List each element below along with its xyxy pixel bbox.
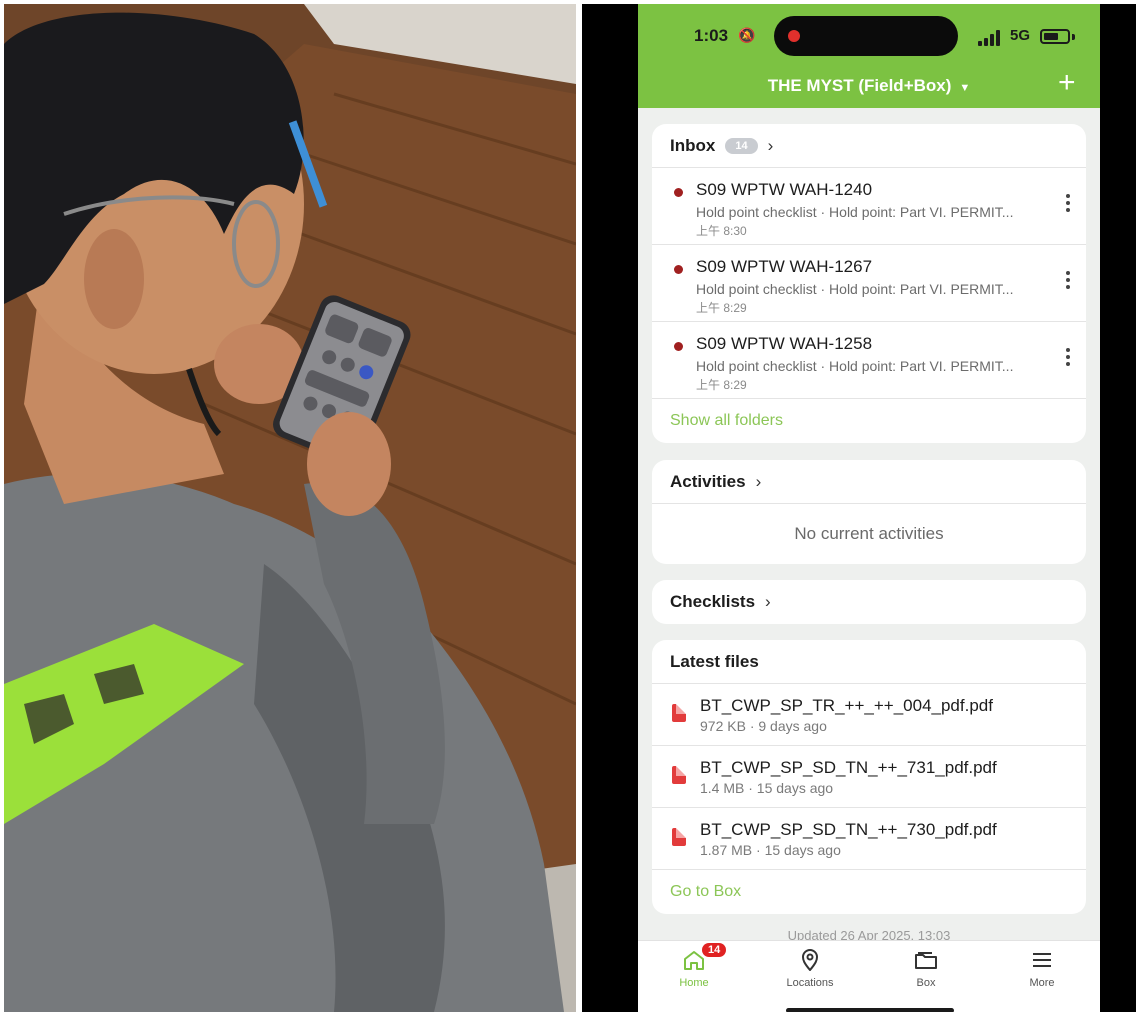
app-header: 1:03 🔕 5G THE MYST (Field+Box) ▼ + bbox=[638, 4, 1100, 108]
project-selector[interactable]: THE MYST (Field+Box) ▼ bbox=[638, 76, 1100, 96]
inbox-item-time: 上午 8:29 bbox=[696, 378, 747, 392]
chevron-right-icon: › bbox=[767, 135, 774, 155]
file-meta: 1.4 MB · 15 days ago bbox=[700, 780, 834, 796]
activities-title: Activities bbox=[670, 471, 746, 491]
bottom-tab-bar: 14 Home Locations Box More bbox=[638, 940, 1100, 1012]
unread-dot-icon bbox=[674, 342, 683, 351]
phone-screenshot: 1:03 🔕 5G THE MYST (Field+Box) ▼ + Inbox bbox=[582, 4, 1136, 1012]
inbox-item-subtitle: Hold point checklist · Hold point: Part … bbox=[696, 204, 1014, 220]
inbox-item-title: S09 WPTW WAH-1258 bbox=[696, 334, 873, 353]
unread-dot-icon bbox=[674, 188, 683, 197]
home-indicator bbox=[786, 1008, 954, 1012]
tab-box-label: Box bbox=[916, 977, 936, 989]
inbox-count-badge: 14 bbox=[725, 137, 758, 154]
recording-indicator-icon bbox=[788, 30, 800, 42]
inbox-item-title: S09 WPTW WAH-1267 bbox=[696, 257, 873, 276]
file-name: BT_CWP_SP_SD_TN_++_731_pdf.pdf bbox=[700, 758, 997, 777]
project-name: THE MYST (Field+Box) bbox=[767, 76, 952, 95]
activities-card: Activities › No current activities bbox=[652, 460, 1086, 564]
file-name: BT_CWP_SP_SD_TN_++_730_pdf.pdf bbox=[700, 820, 997, 839]
activities-empty-text: No current activities bbox=[794, 524, 944, 543]
latest-files-header: Latest files bbox=[652, 640, 1086, 684]
inbox-item[interactable]: S09 WPTW WAH-1240 Hold point checklist ·… bbox=[652, 168, 1086, 245]
signal-icon bbox=[978, 30, 1002, 46]
checklists-card: Checklists › bbox=[652, 580, 1086, 624]
pdf-file-icon bbox=[672, 828, 686, 846]
photo-illustration bbox=[4, 4, 576, 1012]
inbox-item-title: S09 WPTW WAH-1240 bbox=[696, 180, 873, 199]
bell-muted-icon: 🔕 bbox=[738, 27, 756, 43]
latest-files-card: Latest files BT_CWP_SP_TR_++_++_004_pdf.… bbox=[652, 640, 1086, 914]
inbox-card: Inbox 14 › S09 WPTW WAH-1240 Hold point … bbox=[652, 124, 1086, 443]
inbox-item-time: 上午 8:29 bbox=[696, 301, 747, 315]
more-options-icon[interactable] bbox=[1066, 348, 1070, 369]
status-time: 1:03 bbox=[694, 26, 729, 45]
pdf-file-icon bbox=[672, 704, 686, 722]
more-options-icon[interactable] bbox=[1066, 194, 1070, 215]
unread-dot-icon bbox=[674, 265, 683, 274]
tab-more[interactable]: More bbox=[996, 949, 1088, 989]
tab-more-label: More bbox=[1029, 977, 1055, 989]
tab-locations-label: Locations bbox=[786, 977, 834, 989]
tab-home[interactable]: 14 Home bbox=[648, 943, 740, 989]
app-screen: 1:03 🔕 5G THE MYST (Field+Box) ▼ + Inbox bbox=[638, 4, 1100, 1012]
file-meta: 1.87 MB · 15 days ago bbox=[700, 842, 841, 858]
tab-locations[interactable]: Locations bbox=[764, 949, 856, 989]
folder-icon bbox=[915, 952, 937, 969]
more-options-icon[interactable] bbox=[1066, 271, 1070, 292]
inbox-item-subtitle: Hold point checklist · Hold point: Part … bbox=[696, 358, 1014, 374]
file-row[interactable]: BT_CWP_SP_SD_TN_++_731_pdf.pdf 1.4 MB · … bbox=[652, 746, 1086, 808]
inbox-item-subtitle: Hold point checklist · Hold point: Part … bbox=[696, 281, 1014, 297]
chevron-right-icon: › bbox=[755, 471, 762, 491]
chevron-right-icon: › bbox=[765, 592, 771, 611]
tab-home-label: Home bbox=[679, 977, 709, 989]
inbox-item[interactable]: S09 WPTW WAH-1258 Hold point checklist ·… bbox=[652, 322, 1086, 399]
latest-files-title: Latest files bbox=[670, 651, 759, 671]
menu-icon bbox=[1033, 953, 1051, 967]
checklists-title: Checklists bbox=[670, 592, 756, 611]
home-notification-badge: 14 bbox=[702, 943, 727, 957]
location-pin-icon bbox=[801, 949, 819, 971]
show-all-folders-link[interactable]: Show all folders bbox=[652, 399, 1086, 443]
dynamic-island bbox=[774, 16, 958, 56]
pdf-file-icon bbox=[672, 766, 686, 784]
go-to-box-link[interactable]: Go to Box bbox=[652, 870, 1086, 914]
composite-image: 1:03 🔕 5G THE MYST (Field+Box) ▼ + Inbox bbox=[0, 0, 1140, 1016]
caret-down-icon: ▼ bbox=[959, 82, 971, 94]
inbox-item-time: 上午 8:30 bbox=[696, 224, 747, 238]
inbox-item[interactable]: S09 WPTW WAH-1267 Hold point checklist ·… bbox=[652, 245, 1086, 322]
battery-tip bbox=[1072, 34, 1075, 40]
inbox-header[interactable]: Inbox 14 › bbox=[652, 124, 1086, 168]
add-button[interactable]: + bbox=[1058, 68, 1076, 98]
file-row[interactable]: BT_CWP_SP_TR_++_++_004_pdf.pdf 972 KB · … bbox=[652, 684, 1086, 746]
file-meta: 972 KB · 9 days ago bbox=[700, 718, 827, 734]
activities-header[interactable]: Activities › bbox=[652, 460, 1086, 504]
network-type: 5G bbox=[1010, 27, 1031, 44]
battery-icon bbox=[1040, 29, 1070, 44]
file-name: BT_CWP_SP_TR_++_++_004_pdf.pdf bbox=[700, 696, 993, 715]
tab-box[interactable]: Box bbox=[880, 949, 972, 989]
checklists-header[interactable]: Checklists › bbox=[652, 580, 1086, 624]
file-row[interactable]: BT_CWP_SP_SD_TN_++_730_pdf.pdf 1.87 MB ·… bbox=[652, 808, 1086, 870]
photo-worker-using-phone bbox=[4, 4, 576, 1012]
inbox-title: Inbox bbox=[670, 135, 716, 155]
